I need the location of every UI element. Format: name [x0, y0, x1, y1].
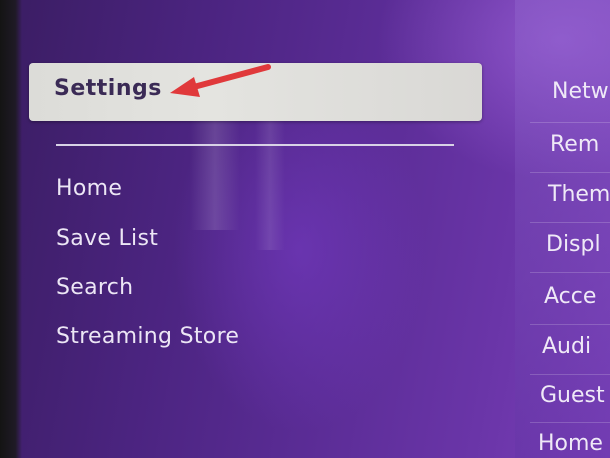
submenu-item-display[interactable]: Displ: [546, 232, 601, 257]
submenu-item-home-screen[interactable]: Home: [538, 431, 603, 456]
menu-divider: [56, 144, 454, 146]
tv-screen: Settings Home Save List Search Streaming…: [0, 0, 610, 458]
submenu-divider: [530, 374, 610, 375]
submenu-divider: [530, 272, 610, 273]
submenu-divider: [530, 222, 610, 223]
submenu-divider: [530, 172, 610, 173]
menu-item-home[interactable]: Home: [56, 176, 122, 201]
submenu-item-network[interactable]: Netw: [552, 79, 609, 104]
submenu-item-remotes[interactable]: Rem: [550, 132, 599, 157]
submenu-item-audio[interactable]: Audi: [542, 334, 591, 359]
submenu-divider: [530, 422, 610, 423]
submenu-divider: [530, 122, 610, 123]
tv-bezel: [0, 0, 22, 458]
submenu-divider: [530, 324, 610, 325]
submenu-item-guest-mode[interactable]: Guest: [540, 383, 605, 408]
menu-item-search[interactable]: Search: [56, 275, 133, 300]
menu-item-streaming-store[interactable]: Streaming Store: [56, 324, 239, 349]
screen-glare: [255, 110, 285, 250]
submenu-item-theme[interactable]: Them: [548, 182, 610, 207]
red-arrow-annotation: [170, 64, 271, 97]
menu-item-save-list[interactable]: Save List: [56, 226, 158, 251]
submenu-item-accessibility[interactable]: Acce: [544, 284, 596, 309]
settings-label: Settings: [54, 76, 162, 101]
